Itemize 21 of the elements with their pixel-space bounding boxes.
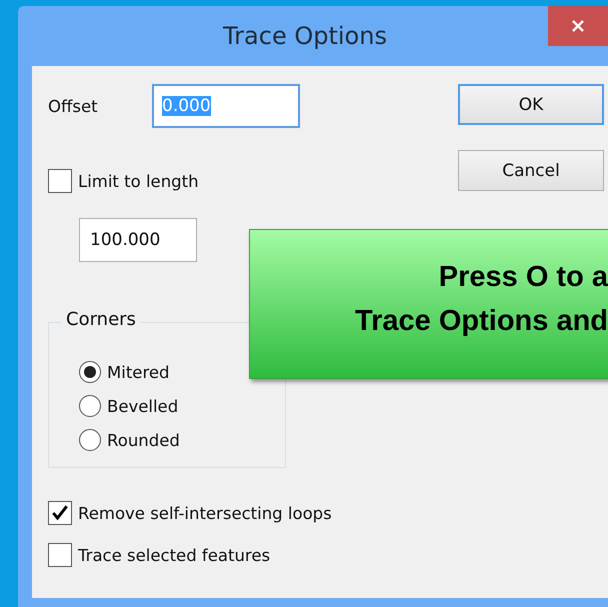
checkbox[interactable] — [48, 501, 72, 525]
hint-text: Trace Options and — [355, 304, 608, 339]
checkbox[interactable] — [48, 169, 72, 193]
checkbox-label: Remove self-intersecting loops — [78, 504, 332, 522]
offset-label: Offset — [48, 96, 99, 116]
radio-label: Bevelled — [107, 396, 178, 416]
checkbox[interactable] — [48, 543, 72, 567]
radio-button[interactable] — [79, 361, 101, 383]
hint-text: Press O to a — [438, 260, 608, 295]
checkbox-label: Limit to length — [78, 172, 199, 190]
radio-label: Rounded — [107, 430, 180, 450]
radio-button[interactable] — [79, 429, 101, 451]
length-field[interactable]: 100.000 — [79, 218, 197, 262]
close-button[interactable] — [548, 6, 608, 46]
close-icon — [570, 18, 586, 34]
window-title: Trace Options — [223, 22, 388, 50]
dialog-button[interactable]: Cancel — [458, 150, 604, 191]
radio-button[interactable] — [79, 395, 101, 417]
dialog-button[interactable]: OK — [458, 84, 604, 125]
checkbox-label: Trace selected features — [78, 546, 270, 564]
radio-label: Mitered — [107, 362, 170, 382]
